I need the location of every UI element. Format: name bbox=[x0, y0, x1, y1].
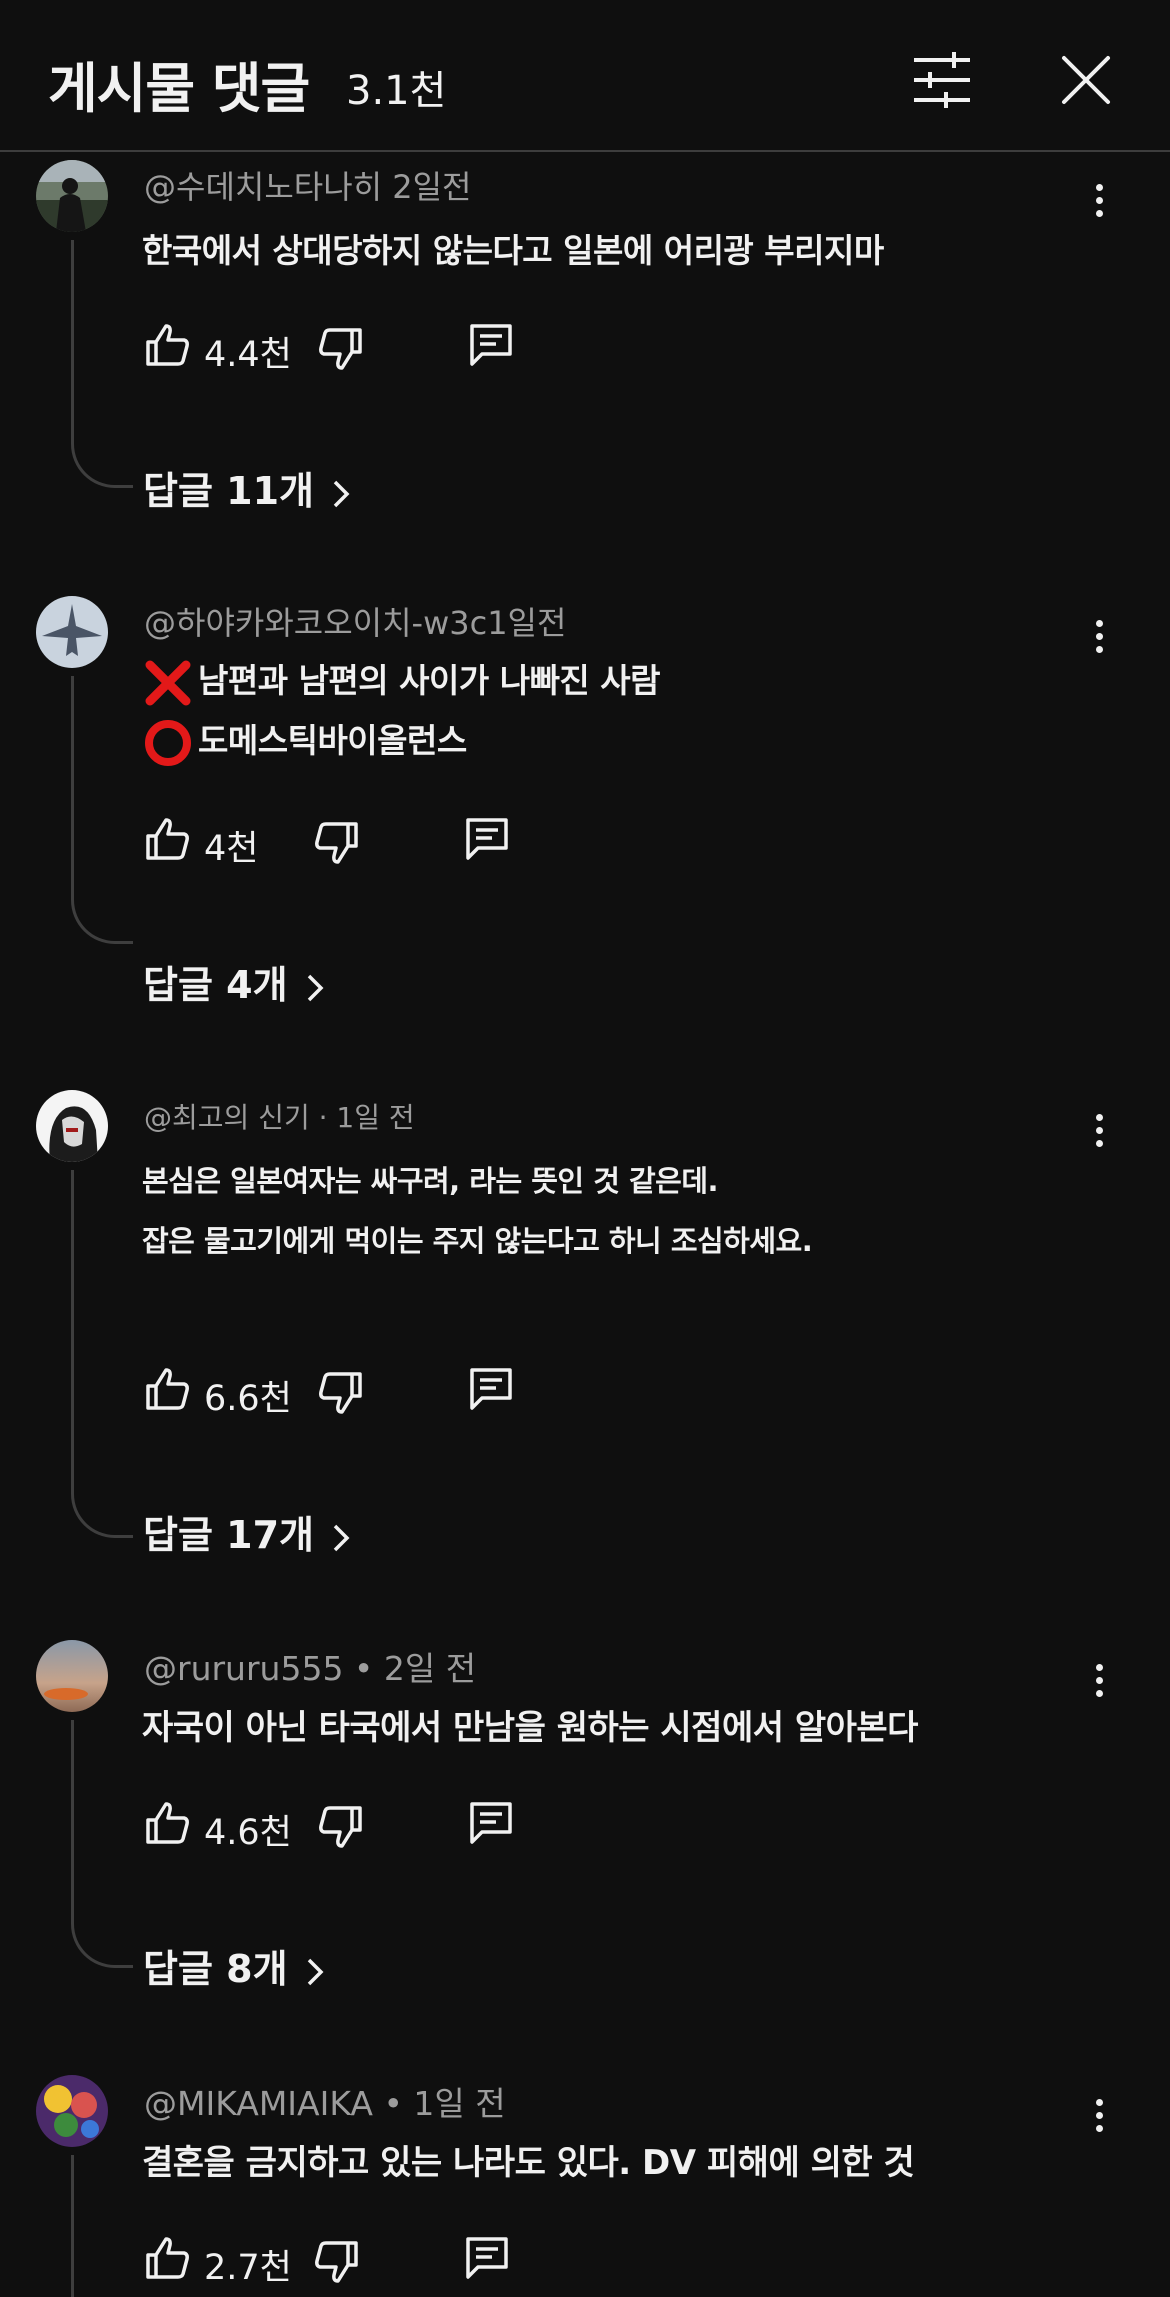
dislike-button[interactable] bbox=[318, 1804, 364, 1850]
close-icon bbox=[1062, 56, 1110, 104]
comment-author[interactable]: @rururu555 • 2일 전 bbox=[144, 1642, 476, 1690]
comment-author[interactable]: @수데치노타나히 2일전 bbox=[144, 162, 472, 208]
thumbs-down-icon bbox=[319, 1806, 362, 1848]
filter-button[interactable] bbox=[910, 48, 974, 112]
like-count: 4.6천 bbox=[204, 1813, 292, 1853]
like-button[interactable] bbox=[144, 322, 190, 368]
comment-text: 결혼을 금지하고 있는 나라도 있다. DV 피해에 의한 것 bbox=[142, 2143, 915, 2183]
avatar[interactable] bbox=[36, 1090, 108, 1162]
replies-count: 답글 17개 bbox=[143, 1513, 314, 1557]
like-count: 4.4천 bbox=[204, 335, 292, 375]
view-replies-link[interactable]: 답글 8개 bbox=[143, 1938, 324, 1993]
reply-button[interactable] bbox=[464, 816, 510, 862]
chevron-right-icon bbox=[307, 1958, 324, 1985]
reply-button[interactable] bbox=[464, 2235, 510, 2281]
avatar[interactable] bbox=[36, 1640, 108, 1712]
dislike-button[interactable] bbox=[314, 820, 360, 866]
comment-text: 잡은 물고기에게 먹이는 주지 않는다고 하니 조심하세요. bbox=[142, 1224, 813, 1258]
thumbs-down-icon bbox=[315, 822, 358, 864]
comment-thread: @최고의 신기 · 1일 전 본심은 일본여자는 싸구려, 라는 뜻인 것 같은… bbox=[0, 1090, 1170, 1560]
more-options-button[interactable] bbox=[1086, 178, 1112, 238]
thread-line bbox=[71, 2155, 74, 2297]
comment-text: 남편과 남편의 사이가 나빠진 사람 bbox=[142, 654, 661, 709]
thread-line bbox=[71, 1720, 74, 1920]
comments-header: 게시물 댓글 3.1천 bbox=[0, 0, 1170, 152]
replies-count: 답글 8개 bbox=[143, 1947, 288, 1991]
comment-icon bbox=[470, 324, 512, 366]
like-button[interactable] bbox=[144, 1366, 190, 1412]
thumbs-down-icon bbox=[319, 1372, 362, 1414]
thumbs-up-icon bbox=[146, 818, 189, 860]
comment-text: 도메스틱바이올런스 bbox=[142, 714, 467, 769]
reply-button[interactable] bbox=[468, 1800, 514, 1846]
thread-connector bbox=[71, 894, 133, 944]
like-count: 4천 bbox=[204, 829, 259, 869]
avatar[interactable] bbox=[36, 160, 108, 232]
more-options-button[interactable] bbox=[1086, 1108, 1112, 1168]
comment-text: 본심은 일본여자는 싸구려, 라는 뜻인 것 같은데. bbox=[142, 1164, 719, 1198]
thread-connector bbox=[71, 1918, 133, 1968]
dislike-button[interactable] bbox=[318, 326, 364, 372]
avatar-image bbox=[36, 1090, 108, 1162]
more-options-button[interactable] bbox=[1086, 2093, 1112, 2153]
chevron-right-icon bbox=[307, 974, 324, 1001]
avatar-image bbox=[36, 1640, 108, 1712]
thumbs-down-icon bbox=[319, 328, 362, 370]
thumbs-up-icon bbox=[146, 2237, 189, 2279]
avatar[interactable] bbox=[36, 2075, 108, 2147]
thumbs-up-icon bbox=[146, 324, 189, 366]
thread-line bbox=[71, 240, 74, 440]
thread-connector bbox=[71, 1488, 133, 1538]
avatar-image bbox=[36, 160, 108, 232]
view-replies-link[interactable]: 답글 4개 bbox=[143, 954, 324, 1009]
thumbs-up-icon bbox=[146, 1802, 189, 1844]
chevron-right-icon bbox=[333, 480, 350, 507]
reply-button[interactable] bbox=[468, 1366, 514, 1412]
view-replies-link[interactable]: 답글 17개 bbox=[143, 1504, 350, 1559]
comment-text: 한국에서 상대당하지 않는다고 일본에 어리광 부리지마 bbox=[142, 231, 884, 270]
comment-author[interactable]: @MIKAMIAIKA • 1일 전 bbox=[144, 2077, 506, 2125]
page-title: 게시물 댓글 bbox=[48, 57, 310, 120]
reply-button[interactable] bbox=[468, 322, 514, 368]
like-button[interactable] bbox=[144, 1800, 190, 1846]
comment-thread: @MIKAMIAIKA • 1일 전 결혼을 금지하고 있는 나라도 있다. D… bbox=[0, 2075, 1170, 2297]
like-button[interactable] bbox=[144, 816, 190, 862]
replies-count: 답글 11개 bbox=[143, 469, 314, 513]
avatar-image bbox=[36, 596, 108, 668]
thread-connector bbox=[71, 438, 133, 488]
dislike-button[interactable] bbox=[314, 2239, 360, 2285]
comment-thread: @rururu555 • 2일 전 자국이 아닌 타국에서 만남을 원하는 시점… bbox=[0, 1640, 1170, 2000]
comment-line: 도메스틱바이올런스 bbox=[198, 721, 467, 760]
circle-mark-icon bbox=[145, 719, 191, 766]
like-count: 6.6천 bbox=[204, 1379, 292, 1419]
cross-mark-icon bbox=[145, 660, 191, 705]
thumbs-down-icon bbox=[315, 2241, 358, 2283]
avatar[interactable] bbox=[36, 596, 108, 668]
comment-icon bbox=[466, 2237, 508, 2279]
thread-line bbox=[71, 1170, 74, 1490]
dislike-button[interactable] bbox=[318, 1370, 364, 1416]
replies-count: 답글 4개 bbox=[143, 963, 288, 1007]
comment-thread: @수데치노타나히 2일전 한국에서 상대당하지 않는다고 일본에 어리광 부리지… bbox=[0, 160, 1170, 530]
comment-text: 자국이 아닌 타국에서 만남을 원하는 시점에서 알아본다 bbox=[142, 1708, 918, 1748]
comment-author[interactable]: @최고의 신기 · 1일 전 bbox=[144, 1096, 415, 1136]
close-button[interactable] bbox=[1058, 52, 1114, 108]
comment-line: 남편과 남편의 사이가 나빠진 사람 bbox=[198, 661, 661, 700]
sliders-icon bbox=[914, 52, 970, 108]
thumbs-up-icon bbox=[146, 1368, 189, 1410]
more-options-button[interactable] bbox=[1086, 1658, 1112, 1718]
comment-thread: @하야카와코오이치-w3c1일전 남편과 남편의 사이가 나빠진 사람 도메스틱… bbox=[0, 596, 1170, 1016]
comment-icon bbox=[470, 1802, 512, 1844]
more-options-button[interactable] bbox=[1086, 614, 1112, 674]
comment-icon bbox=[466, 818, 508, 860]
like-count: 2.7천 bbox=[204, 2248, 292, 2288]
comment-author[interactable]: @하야카와코오이치-w3c1일전 bbox=[144, 598, 566, 644]
view-replies-link[interactable]: 답글 11개 bbox=[143, 460, 350, 515]
comment-count: 3.1천 bbox=[346, 68, 447, 114]
comment-icon bbox=[470, 1368, 512, 1410]
thread-line bbox=[71, 676, 74, 896]
chevron-right-icon bbox=[333, 1524, 350, 1551]
avatar-image bbox=[36, 2075, 108, 2147]
like-button[interactable] bbox=[144, 2235, 190, 2281]
